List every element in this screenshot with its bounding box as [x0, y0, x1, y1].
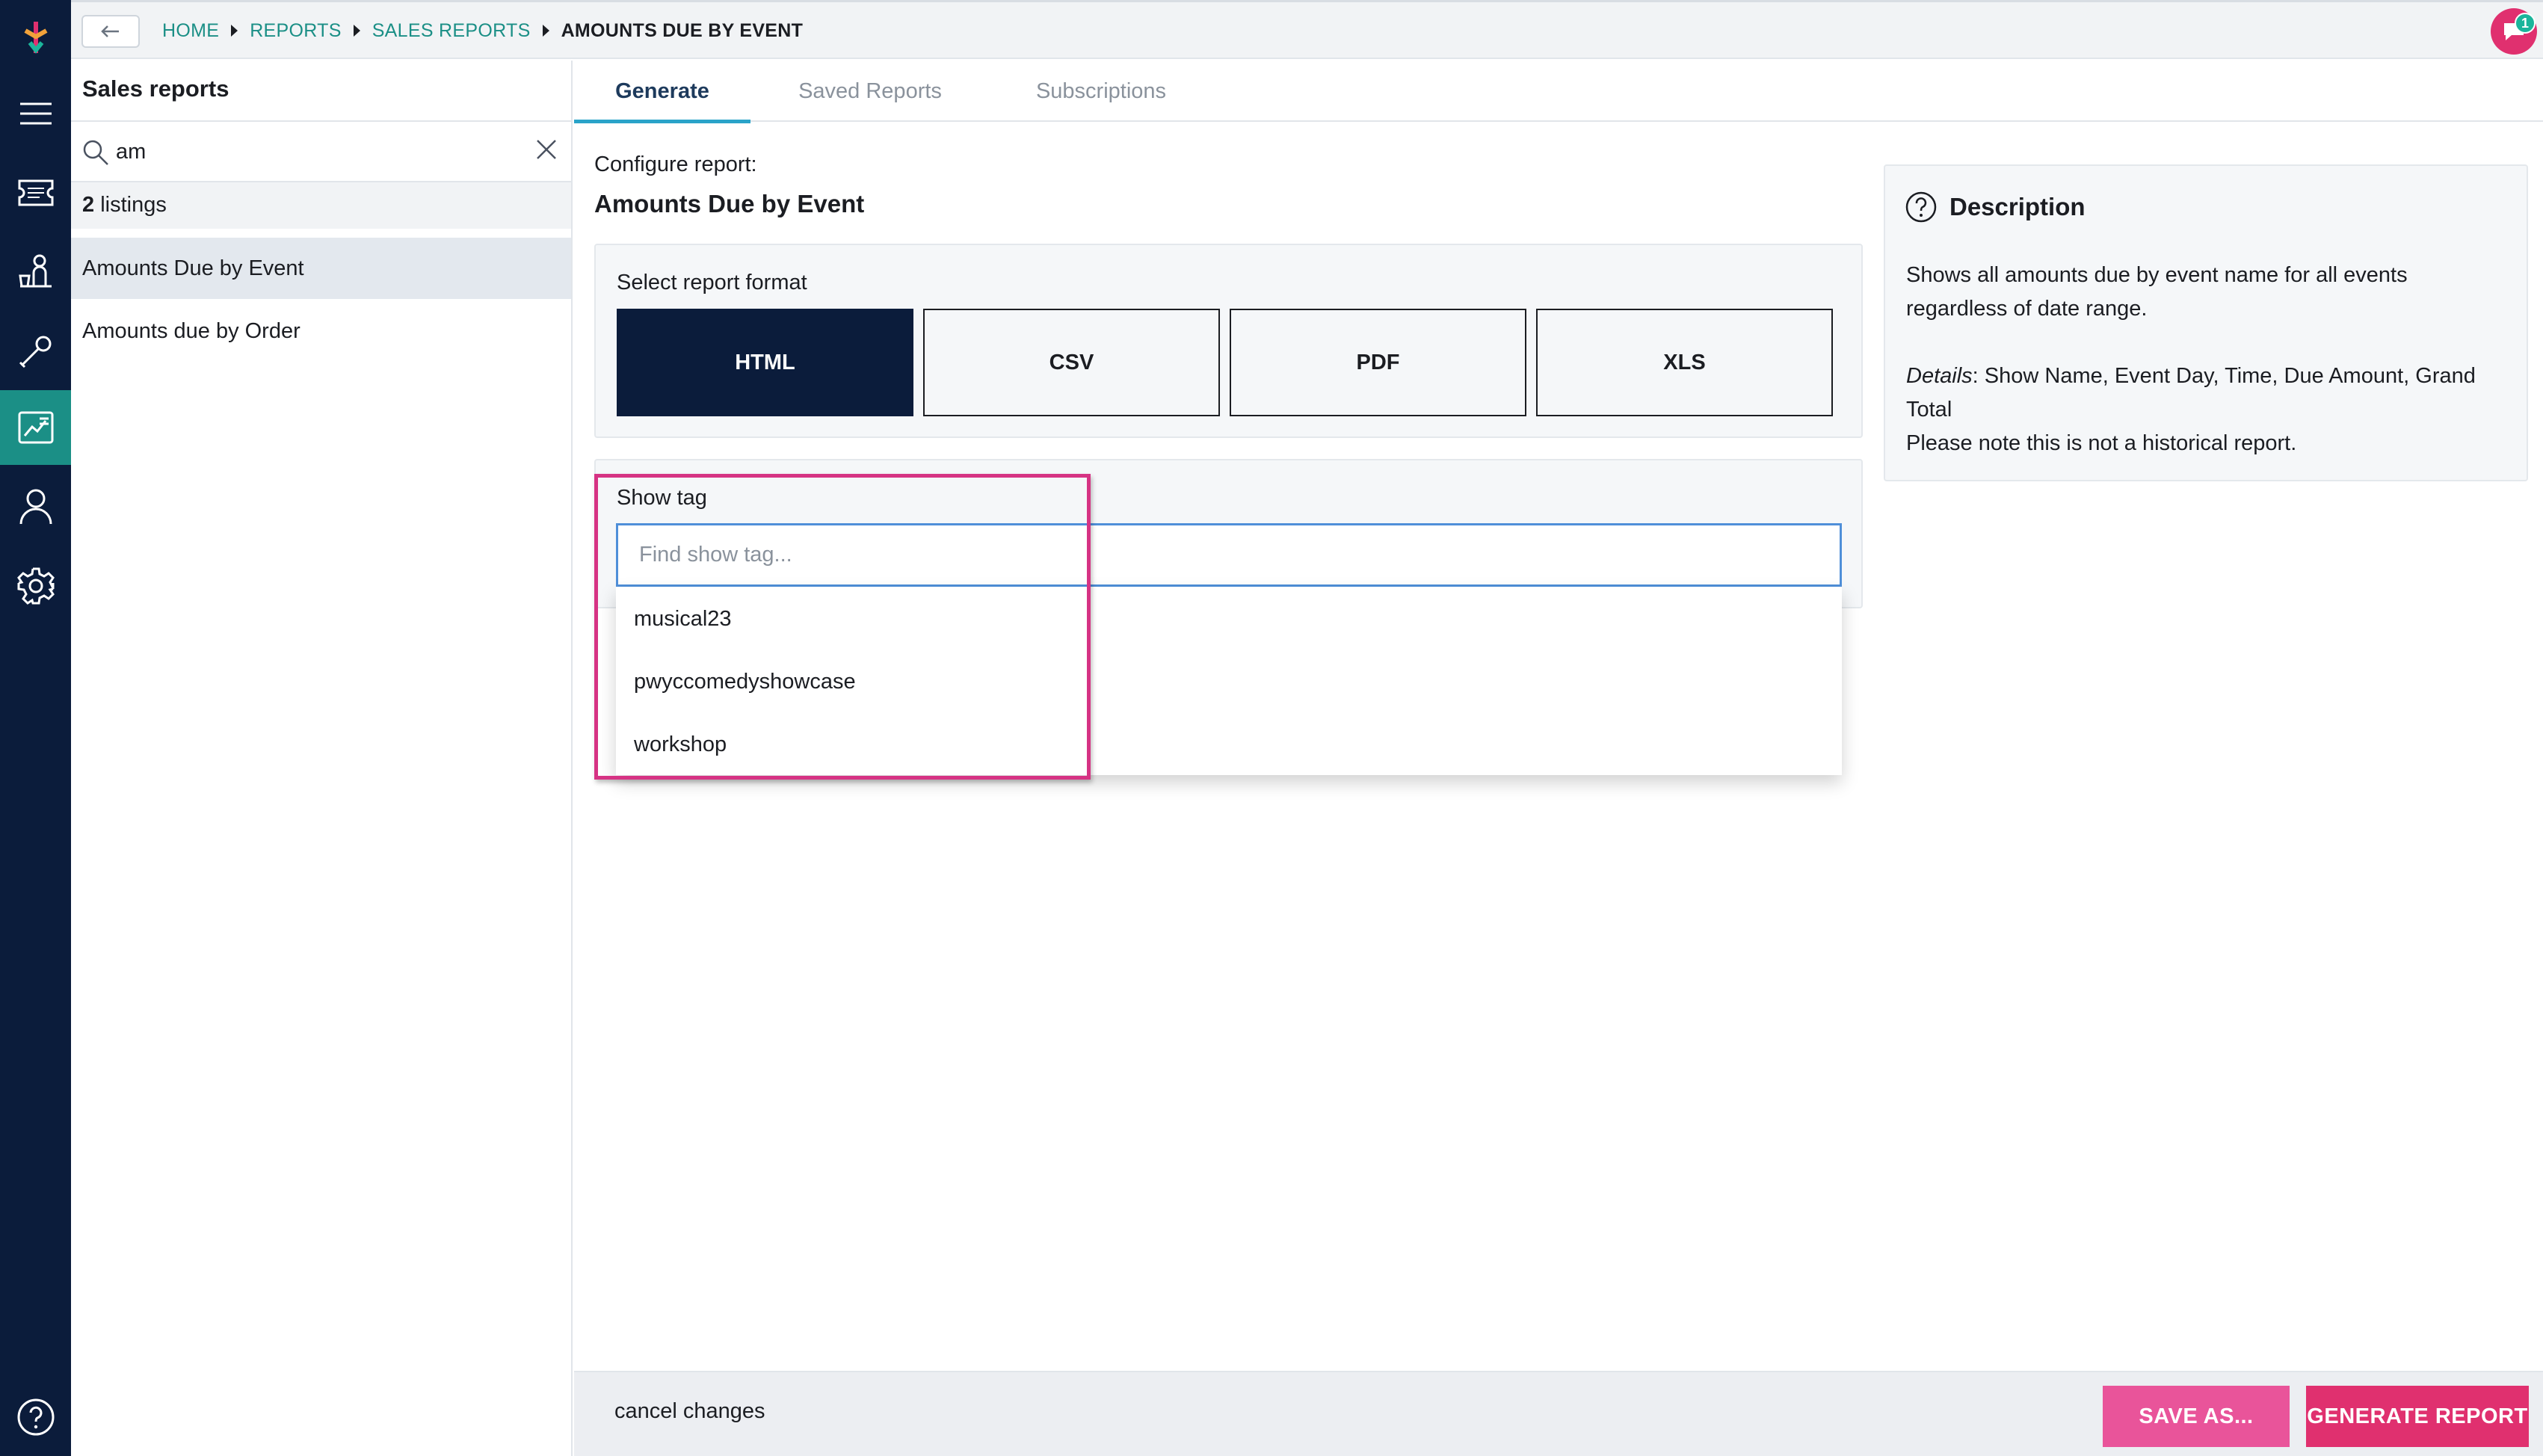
description-panel: Description Shows all amounts due by eve…: [1884, 164, 2528, 481]
format-panel-title: Select report format: [617, 271, 807, 294]
ticket-icon[interactable]: [0, 155, 71, 230]
back-button[interactable]: [81, 15, 140, 48]
notifications-button[interactable]: 1: [2491, 8, 2537, 55]
format-html-button[interactable]: HTML: [617, 309, 913, 416]
question-circle-icon: [1905, 191, 1937, 223]
notification-count-badge: 1: [2515, 13, 2536, 34]
description-body: Shows all amounts due by event name for …: [1906, 259, 2512, 460]
listing-count-label: listings: [100, 193, 167, 217]
details-label: Details: [1906, 364, 1973, 388]
reports-sidebar: Sales reports 2 listings Amounts Due by …: [71, 61, 573, 1456]
show-tag-label: Show tag: [617, 486, 707, 510]
breadcrumb-reports[interactable]: REPORTS: [250, 20, 342, 42]
breadcrumb-current: AMOUNTS DUE BY EVENT: [561, 19, 804, 41]
description-title: Description: [1949, 193, 2086, 220]
show-tag-option[interactable]: workshop: [634, 722, 1822, 767]
report-tabs: Generate Saved Reports Subscriptions: [574, 61, 2543, 123]
save-as-button[interactable]: SAVE AS...: [2103, 1386, 2290, 1447]
breadcrumb-sales-reports[interactable]: SALES REPORTS: [372, 20, 531, 42]
details-text: : Show Name, Event Day, Time, Due Amount…: [1906, 364, 2476, 422]
configure-report-label: Configure report:: [594, 152, 757, 176]
tab-subscriptions[interactable]: Subscriptions: [993, 61, 1209, 122]
search-input[interactable]: [116, 132, 505, 171]
action-footer: cancel changes SAVE AS... GENERATE REPOR…: [574, 1371, 2543, 1456]
tab-saved-reports[interactable]: Saved Reports: [765, 61, 975, 122]
user-icon[interactable]: [0, 469, 71, 544]
breadcrumb-separator-icon: [231, 25, 238, 37]
top-header: HOME REPORTS SALES REPORTS AMOUNTS DUE B…: [71, 2, 2543, 59]
sidebar-item-amounts-due-by-order[interactable]: Amounts due by Order: [71, 300, 571, 362]
breadcrumb-separator-icon: [542, 25, 549, 37]
help-icon[interactable]: [0, 1380, 71, 1455]
format-csv-button[interactable]: CSV: [923, 309, 1220, 416]
sidebar-item-amounts-due-by-event[interactable]: Amounts Due by Event: [71, 238, 571, 299]
menu-icon[interactable]: [0, 76, 71, 151]
description-note: Please note this is not a historical rep…: [1906, 431, 2297, 455]
show-tag-option[interactable]: musical23: [634, 596, 1822, 641]
audience-icon[interactable]: [0, 235, 71, 309]
arrow-left-icon: [101, 25, 119, 37]
settings-gear-icon[interactable]: [0, 549, 71, 623]
sidebar-title: Sales reports: [82, 75, 229, 102]
report-name-heading: Amounts Due by Event: [594, 190, 865, 218]
tools-icon[interactable]: [0, 314, 71, 389]
app-logo-icon[interactable]: [0, 0, 71, 75]
report-format-panel: Select report format HTML CSV PDF XLS: [594, 244, 1863, 438]
search-icon: [83, 140, 108, 165]
format-xls-button[interactable]: XLS: [1536, 309, 1833, 416]
show-tag-search-input[interactable]: [616, 523, 1842, 587]
format-pdf-button[interactable]: PDF: [1230, 309, 1526, 416]
description-summary: Shows all amounts due by event name for …: [1906, 263, 2408, 321]
description-details: Details: Show Name, Event Day, Time, Due…: [1906, 360, 2512, 427]
show-tag-dropdown: musical23 pwyccomedyshowcase workshop: [616, 587, 1842, 775]
listing-count-number: 2: [82, 193, 95, 217]
breadcrumb-separator-icon: [353, 25, 360, 37]
left-nav-rail: [0, 0, 71, 1456]
clear-search-icon[interactable]: [535, 138, 558, 161]
sidebar-search: [71, 120, 571, 182]
tab-generate[interactable]: Generate: [574, 61, 750, 123]
cancel-changes-link[interactable]: cancel changes: [614, 1399, 765, 1424]
listing-count: 2 listings: [71, 182, 571, 229]
generate-report-button[interactable]: GENERATE REPORT: [2306, 1386, 2529, 1447]
reports-icon[interactable]: [0, 390, 71, 465]
breadcrumb-home[interactable]: HOME: [162, 20, 219, 42]
breadcrumb: HOME REPORTS SALES REPORTS AMOUNTS DUE B…: [162, 2, 803, 59]
show-tag-option[interactable]: pwyccomedyshowcase: [634, 659, 1822, 704]
